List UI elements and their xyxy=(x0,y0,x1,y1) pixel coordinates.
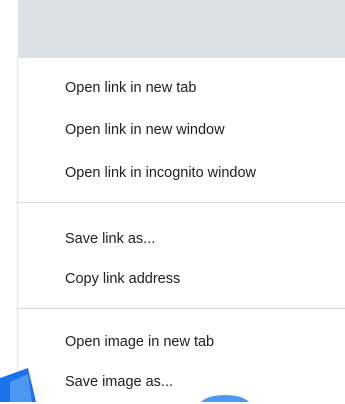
window-header-strip xyxy=(0,0,345,58)
menu-item-open-link-incognito[interactable]: Open link in incognito window xyxy=(18,151,345,195)
background-blue-shape xyxy=(0,368,60,402)
menu-item-label: Open image in new tab xyxy=(65,334,215,350)
context-menu: Open link in new tab Open link in new wi… xyxy=(18,58,345,402)
menu-item-label: Save link as... xyxy=(65,231,156,247)
menu-item-copy-link-address[interactable]: Copy link address xyxy=(18,257,345,301)
menu-item-save-link-as[interactable]: Save link as... xyxy=(18,217,345,261)
menu-item-save-image-as[interactable]: Save image as... xyxy=(18,360,345,404)
menu-separator xyxy=(18,202,345,203)
menu-separator xyxy=(18,308,345,309)
menu-item-open-link-new-tab[interactable]: Open link in new tab xyxy=(18,66,345,110)
background-blue-blob xyxy=(200,390,250,402)
menu-item-open-image-new-tab[interactable]: Open image in new tab xyxy=(18,320,345,364)
page-left-edge xyxy=(0,0,18,402)
menu-item-label: Open link in new window xyxy=(65,122,225,138)
menu-item-label: Copy link address xyxy=(65,271,181,287)
menu-item-label: Open link in incognito window xyxy=(65,165,257,181)
menu-item-label: Open link in new tab xyxy=(65,80,197,96)
menu-item-open-link-new-window[interactable]: Open link in new window xyxy=(18,108,345,152)
